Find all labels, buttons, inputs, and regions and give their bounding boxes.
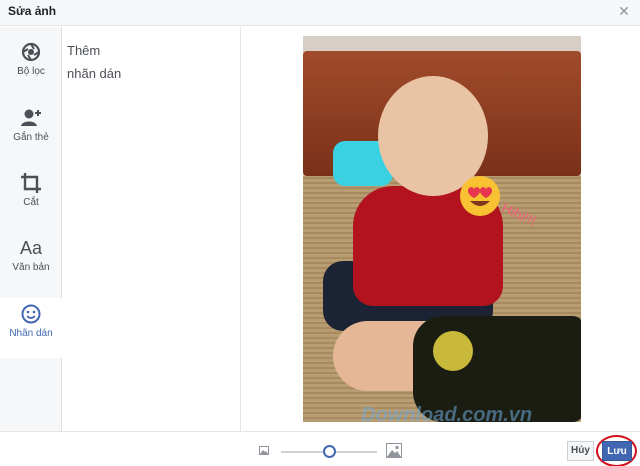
edited-photo[interactable]: Hihi!!! <box>303 36 581 422</box>
tool-sidebar: Bộ lọc Gắn thẻ Cắt Aa Văn bản Nhãn dán <box>0 27 68 431</box>
sidebar-item-label: Gắn thẻ <box>13 132 49 143</box>
photo-stage: Hihi!!! <box>242 27 640 431</box>
sticker-smiley-icon <box>21 304 41 324</box>
sidebar-item-filter[interactable]: Bộ lọc <box>0 41 62 101</box>
watermark-text: Download.com.vn <box>361 404 533 426</box>
filter-icon <box>21 42 41 62</box>
sidebar-item-label: Cắt <box>23 197 39 208</box>
crop-icon <box>21 173 41 193</box>
tag-person-icon <box>21 109 41 126</box>
sidebar-item-tag[interactable]: Gắn thẻ <box>0 107 62 167</box>
save-button[interactable]: Lưu <box>602 441 632 461</box>
cancel-button[interactable]: Hủy <box>567 441 594 461</box>
add-sticker-text: Thêm nhãn dán <box>67 43 122 81</box>
sidebar-item-label: Văn bản <box>12 262 50 273</box>
photo-toy-belt <box>433 331 473 371</box>
sidebar-item-label: Nhãn dán <box>9 328 53 339</box>
close-icon[interactable]: ✕ <box>616 3 632 19</box>
image-large-icon[interactable] <box>386 443 402 458</box>
dialog-header: Sửa ảnh ✕ <box>0 0 640 26</box>
dialog-footer: Hủy Lưu <box>0 431 640 466</box>
sticker-panel: Thêm nhãn dán <box>63 27 241 431</box>
heart-eyes-emoji-icon[interactable] <box>458 174 502 218</box>
text-aa-icon: Aa <box>20 238 43 258</box>
sidebar-item-sticker[interactable]: Nhãn dán <box>0 298 68 358</box>
sidebar-item-label: Bộ lọc <box>17 66 45 77</box>
sidebar-item-text[interactable]: Aa Văn bản <box>0 237 62 297</box>
dialog-title: Sửa ảnh <box>8 4 57 18</box>
sidebar-item-crop[interactable]: Cắt <box>0 172 62 232</box>
zoom-slider-handle[interactable] <box>322 445 336 458</box>
image-small-icon[interactable] <box>259 446 269 455</box>
